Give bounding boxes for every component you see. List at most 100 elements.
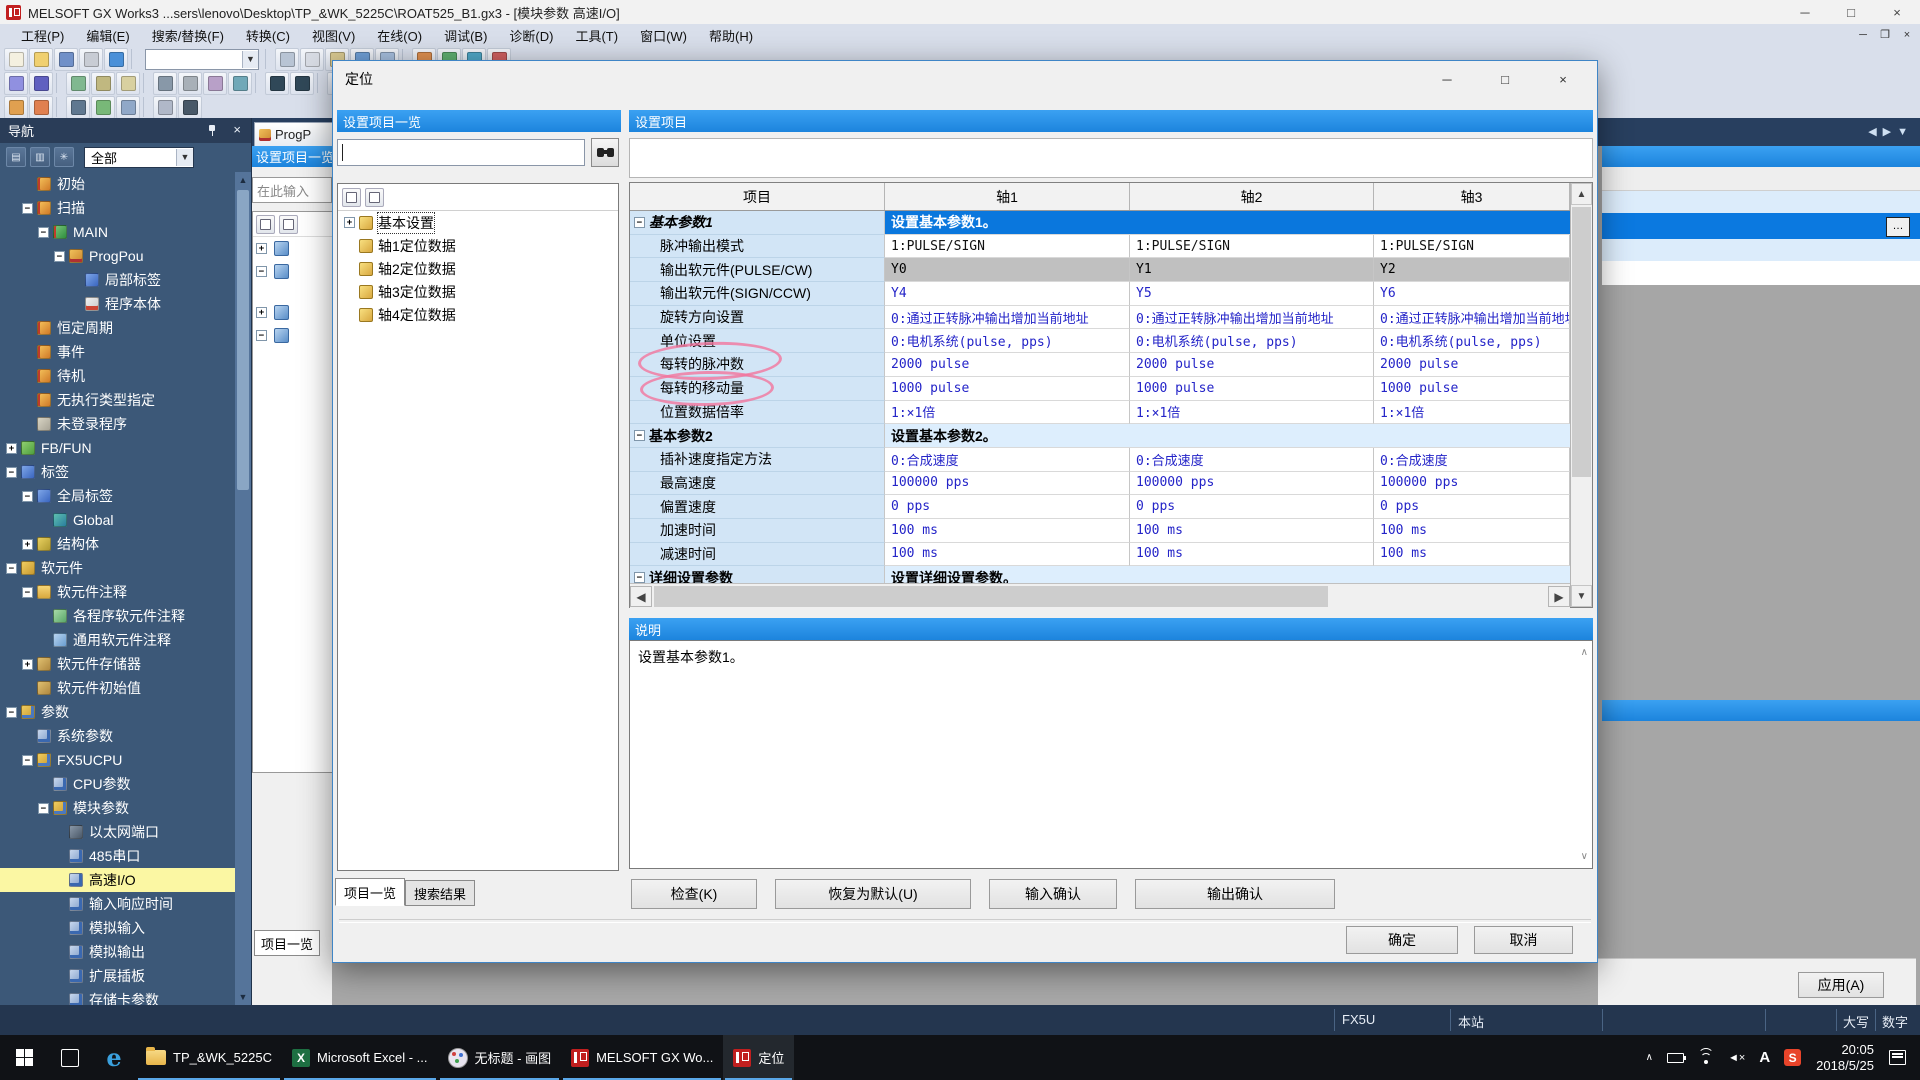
parameter-value[interactable]: 1000 pulse <box>1130 377 1374 401</box>
ladder-contact-icon[interactable] <box>4 96 28 119</box>
sidebar-item-扩展插板[interactable]: 扩展插板 <box>0 964 236 988</box>
parameter-name[interactable]: 旋转方向设置 <box>660 307 744 327</box>
setting-tree-item-轴1定位数据[interactable]: 轴1定位数据 <box>338 234 618 257</box>
toolbar-combobox[interactable]: ▼ <box>145 49 259 70</box>
apply-button[interactable]: 应用(A) <box>1798 972 1884 998</box>
tree-expander-icon[interactable]: − <box>6 707 17 718</box>
taskbar-app-positioning-dialog[interactable]: 定位 <box>723 1035 794 1080</box>
parameter-name[interactable]: 基本参数1 <box>649 212 713 232</box>
minimize-button[interactable]: ─ <box>1782 0 1828 24</box>
output-confirm-button[interactable]: 输出确认 <box>1135 879 1335 909</box>
sidebar-item-Global[interactable]: Global <box>0 508 236 532</box>
cancel-button[interactable]: 取消 <box>1474 926 1573 954</box>
sidebar-item-未登录程序[interactable]: 未登录程序 <box>0 412 236 436</box>
menu-工具(T)[interactable]: 工具(T) <box>564 26 629 45</box>
tree-expander-icon[interactable]: − <box>22 587 33 598</box>
tree-expander-icon[interactable]: − <box>38 803 49 814</box>
parameter-value[interactable]: 100000 pps <box>1130 472 1374 496</box>
new-project-icon[interactable] <box>4 48 28 71</box>
parameter-value[interactable]: 0 pps <box>1130 495 1374 519</box>
parameter-value[interactable]: 1:PULSE/SIGN <box>1374 235 1570 259</box>
taskbar-clock[interactable]: 20:05 2018/5/25 <box>1816 1042 1874 1074</box>
mdi-restore-button[interactable]: ❐ <box>1874 25 1896 44</box>
parameter-value[interactable]: 0:通过正转脉冲输出增加当前地址 <box>885 306 1130 330</box>
tab-search-result[interactable]: 搜索结果 <box>405 880 475 906</box>
cross-reference-icon[interactable] <box>203 72 227 95</box>
sidebar-item-存储卡参数[interactable]: 存储卡参数 <box>0 988 236 1005</box>
sidebar-item-恒定周期[interactable]: 恒定周期 <box>0 316 236 340</box>
parameter-value[interactable] <box>1374 424 1570 448</box>
tree-expander-icon[interactable]: − <box>22 203 33 214</box>
sidebar-item-事件[interactable]: 事件 <box>0 340 236 364</box>
sidebar-item-结构体[interactable]: +结构体 <box>0 532 236 556</box>
scrollbar-thumb[interactable] <box>237 190 249 490</box>
close-icon[interactable]: × <box>233 122 241 137</box>
menu-帮助(H)[interactable]: 帮助(H) <box>698 26 764 45</box>
parameter-name[interactable]: 输出软元件(SIGN/CCW) <box>660 283 811 303</box>
scroll-right-icon[interactable]: ▶ <box>1548 586 1570 607</box>
find-icon[interactable] <box>153 72 177 95</box>
scroll-left-icon[interactable]: ◀ <box>630 586 652 607</box>
sidebar-item-待机[interactable]: 待机 <box>0 364 236 388</box>
convert-icon[interactable] <box>4 72 28 95</box>
parameter-value[interactable]: 1:×1倍 <box>1130 401 1374 425</box>
input-method-A-icon[interactable]: A <box>1759 1049 1770 1066</box>
hscroll-thumb[interactable] <box>654 586 1328 607</box>
parameter-name[interactable]: 输出软元件(PULSE/CW) <box>660 260 812 280</box>
parameter-table-icon[interactable] <box>116 96 140 119</box>
copy-icon[interactable] <box>300 48 324 71</box>
menu-调试(B)[interactable]: 调试(B) <box>433 26 498 45</box>
dialog-close-button[interactable]: × <box>1543 67 1583 91</box>
parameter-value[interactable]: Y4 <box>885 282 1130 306</box>
tree-filter-dropdown[interactable]: 全部 ▼ <box>84 147 194 168</box>
cut-icon[interactable] <box>275 48 299 71</box>
check-button[interactable]: 检查(K) <box>631 879 757 909</box>
vscroll-thumb[interactable] <box>1572 207 1591 477</box>
tree-expander-icon[interactable]: + <box>22 539 33 550</box>
menu-转换(C)[interactable]: 转换(C) <box>235 26 301 45</box>
parameter-name[interactable]: 基本参数2 <box>649 426 713 446</box>
navigation-scrollbar[interactable]: ▲ ▼ <box>235 172 251 1005</box>
wifi-icon[interactable] <box>1698 1052 1714 1064</box>
watch-window-icon[interactable] <box>228 72 252 95</box>
gear-icon[interactable]: ✳ <box>54 147 74 167</box>
parameter-value[interactable]: 100 ms <box>1130 543 1374 567</box>
parameter-value[interactable]: 1:PULSE/SIGN <box>885 235 1130 259</box>
parameter-value[interactable]: 100000 pps <box>1374 472 1570 496</box>
rebuild-all-icon[interactable] <box>29 72 53 95</box>
menu-诊断(D)[interactable]: 诊断(D) <box>498 26 564 45</box>
edge-button[interactable]: e <box>92 1035 136 1080</box>
parameter-value[interactable]: 0:电机系统(pulse, pps) <box>885 329 1130 353</box>
parameter-value[interactable]: 0 pps <box>885 495 1130 519</box>
menu-编辑(E)[interactable]: 编辑(E) <box>75 26 140 45</box>
parameter-value[interactable]: 1:×1倍 <box>1374 401 1570 425</box>
parameter-name[interactable]: 详细设置参数 <box>649 568 733 583</box>
sidebar-item-FX5UCPU[interactable]: −FX5UCPU <box>0 748 236 772</box>
background-search-fragment[interactable]: 在此输入 <box>252 177 332 203</box>
expand-tree-icon[interactable]: ▥ <box>30 147 50 167</box>
mdi-minimize-button[interactable]: ─ <box>1852 25 1874 44</box>
tree-expander-icon[interactable]: − <box>22 491 33 502</box>
mdi-close-button[interactable]: × <box>1896 25 1918 44</box>
parameter-name[interactable]: 插补速度指定方法 <box>660 449 772 469</box>
scroll-up-icon[interactable]: ∧ <box>1581 647 1588 658</box>
sidebar-item-局部标签[interactable]: 局部标签 <box>0 268 236 292</box>
tree-expander-icon[interactable]: − <box>6 467 17 478</box>
start-button[interactable] <box>0 1035 48 1080</box>
search-button[interactable] <box>591 138 619 167</box>
device-display-dev1-icon[interactable] <box>265 72 289 95</box>
sidebar-item-程序本体[interactable]: 程序本体 <box>0 292 236 316</box>
collapse-tree-icon[interactable]: ▤ <box>6 147 26 167</box>
menu-搜索/替换(F)[interactable]: 搜索/替换(F) <box>141 26 235 45</box>
taskbar-app-explorer-folder[interactable]: TP_&WK_5225C <box>136 1035 282 1080</box>
tree-expander-icon[interactable]: + <box>6 443 17 454</box>
parameter-value[interactable]: 设置详细设置参数。 <box>885 566 1130 583</box>
battery-icon[interactable] <box>1667 1053 1684 1063</box>
parameter-value[interactable]: 0:通过正转脉冲输出增加当前地址 <box>1130 306 1374 330</box>
setting-tree-item-轴3定位数据[interactable]: 轴3定位数据 <box>338 280 618 303</box>
sidebar-item-FB/FUN[interactable]: +FB/FUN <box>0 436 236 460</box>
parameter-value[interactable]: 100 ms <box>1374 543 1570 567</box>
parameter-name[interactable]: 最高速度 <box>660 473 716 493</box>
tree-expander-icon[interactable]: − <box>54 251 65 262</box>
tree-expander-icon[interactable]: − <box>634 572 645 583</box>
